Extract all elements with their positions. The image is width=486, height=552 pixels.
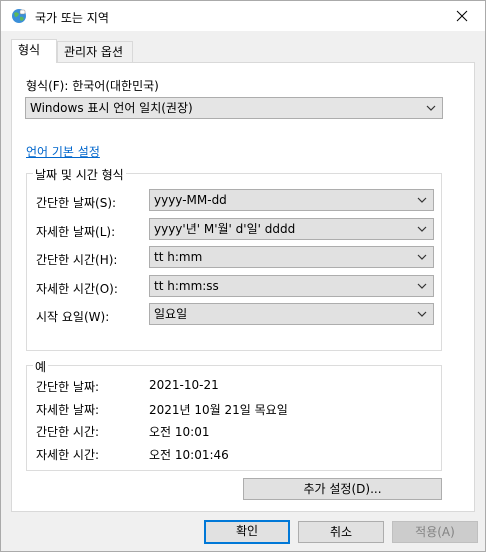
cancel-label: 취소: [329, 525, 353, 539]
chevron-down-icon: [416, 304, 428, 324]
example-short-time-label: 간단한 시간:: [36, 425, 100, 439]
chevron-down-icon: [425, 98, 437, 118]
short-date-select[interactable]: yyyy-MM-dd: [149, 189, 434, 211]
long-time-select[interactable]: tt h:mm:ss: [149, 275, 434, 297]
example-long-date-value: 2021년 10월 21일 목요일: [149, 403, 288, 417]
short-time-label: 간단한 시간(H):: [36, 253, 118, 267]
format-tab-panel: 형식(F): 한국어(대한민국) Windows 표시 언어 일치(권장) 언어…: [11, 62, 475, 512]
examples-title: 예: [33, 358, 49, 375]
examples-group: 예 간단한 날짜: 2021-10-21 자세한 날짜: 2021년 10월 2…: [26, 358, 442, 471]
chevron-down-icon: [416, 247, 428, 267]
chevron-down-icon: [416, 190, 428, 210]
short-date-label: 간단한 날짜(S):: [36, 196, 117, 210]
globe-icon: [12, 9, 26, 23]
format-select-value: Windows 표시 언어 일치(권장): [30, 101, 193, 115]
format-label: 형식(F): 한국어(대한민국): [26, 79, 159, 93]
example-short-time-value: 오전 10:01: [149, 425, 210, 439]
short-time-value: tt h:mm: [154, 250, 203, 264]
datetime-formats-title: 날짜 및 시간 형식: [33, 166, 126, 183]
short-time-select[interactable]: tt h:mm: [149, 246, 434, 268]
window-title: 국가 또는 지역: [35, 11, 109, 25]
example-short-date-value: 2021-10-21: [149, 378, 219, 392]
format-select[interactable]: Windows 표시 언어 일치(권장): [25, 97, 443, 119]
cancel-button[interactable]: 취소: [298, 521, 384, 543]
additional-settings-label: 추가 설정(D)...: [303, 482, 382, 496]
first-day-value: 일요일: [154, 307, 188, 321]
region-dialog: 국가 또는 지역 형식 관리자 옵션 형식(F): 한국어(대한민국) Wind…: [0, 0, 486, 552]
example-long-time-label: 자세한 시간:: [36, 448, 100, 462]
additional-settings-button[interactable]: 추가 설정(D)...: [243, 478, 442, 500]
short-date-value: yyyy-MM-dd: [154, 193, 227, 207]
first-day-select[interactable]: 일요일: [149, 303, 434, 325]
datetime-formats-group: 날짜 및 시간 형식 간단한 날짜(S): yyyy-MM-dd 자세한 날짜(…: [26, 166, 442, 351]
tab-format[interactable]: 형식: [11, 39, 57, 63]
chevron-down-icon: [416, 276, 428, 296]
long-time-value: tt h:mm:ss: [154, 279, 219, 293]
tab-format-label: 형식: [18, 43, 41, 57]
apply-label: 적용(A): [415, 525, 455, 539]
long-date-select[interactable]: yyyy'년' M'월' d'일' dddd: [149, 218, 434, 240]
long-date-value: yyyy'년' M'월' d'일' dddd: [154, 222, 296, 236]
first-day-label: 시작 요일(W):: [36, 310, 110, 324]
example-long-date-label: 자세한 날짜:: [36, 403, 100, 417]
tab-admin-options-label: 관리자 옵션: [64, 45, 124, 59]
close-icon: [456, 10, 468, 22]
chevron-down-icon: [416, 219, 428, 239]
example-long-time-value: 오전 10:01:46: [149, 448, 229, 462]
example-short-date-label: 간단한 날짜:: [36, 380, 100, 394]
apply-button[interactable]: 적용(A): [392, 521, 478, 543]
ok-label: 확인: [235, 524, 259, 538]
ok-button[interactable]: 확인: [204, 520, 290, 544]
tab-admin-options[interactable]: 관리자 옵션: [57, 41, 133, 62]
long-time-label: 자세한 시간(O):: [36, 282, 118, 296]
long-date-label: 자세한 날짜(L):: [36, 225, 116, 239]
title-bar: 국가 또는 지역: [1, 1, 485, 31]
close-button[interactable]: [439, 1, 485, 31]
language-settings-link[interactable]: 언어 기본 설정: [26, 143, 100, 160]
